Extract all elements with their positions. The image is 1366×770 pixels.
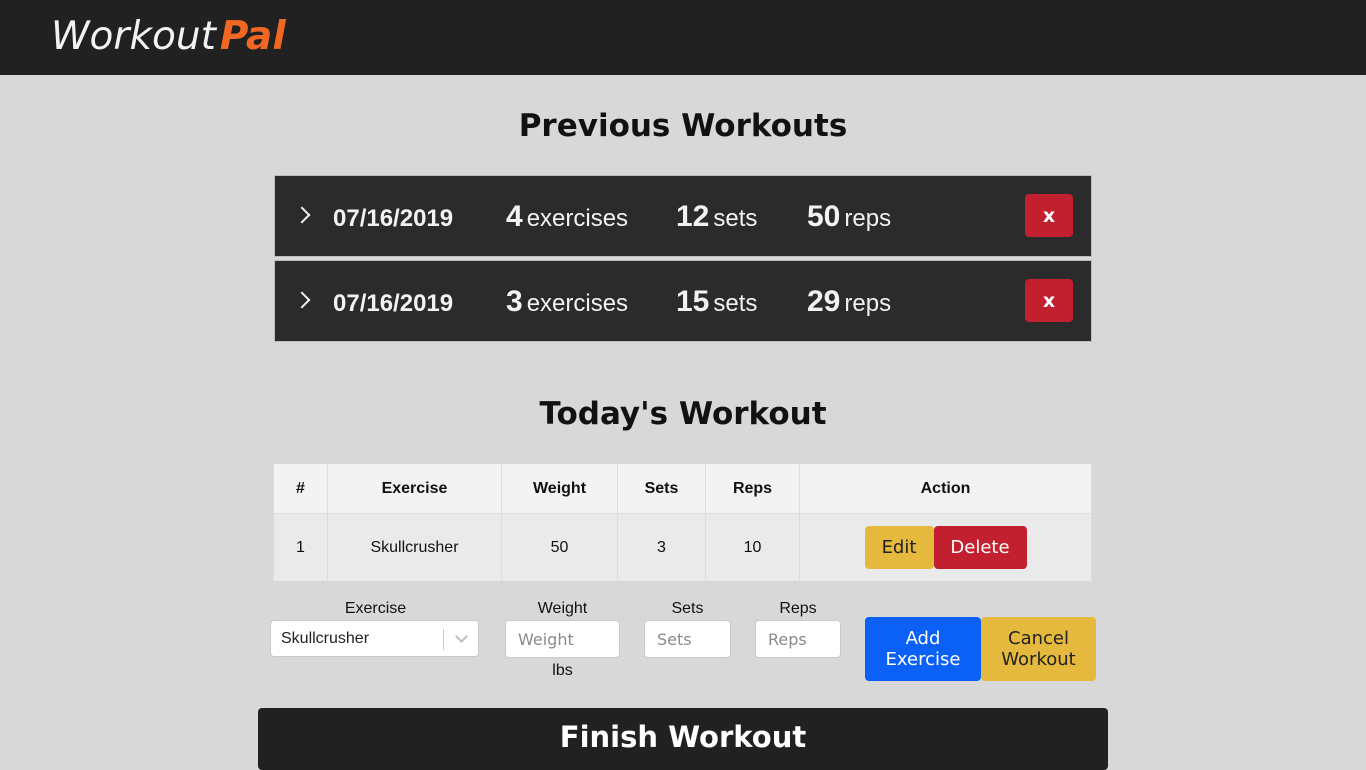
finish-workout-button[interactable]: Finish Workout: [258, 708, 1108, 770]
table-row: 1 Skullcrusher 50 3 10 Edit Delete: [273, 513, 1092, 581]
column-header-action: Action: [799, 463, 1092, 514]
previous-workout-row[interactable]: 07/16/2019 4 exercises 12 sets 50 reps x: [274, 175, 1092, 257]
weight-unit-label: lbs: [552, 662, 573, 679]
workout-set-count: 15 sets: [676, 285, 758, 318]
weight-label: Weight: [537, 600, 588, 617]
column-header-sets: Sets: [617, 463, 706, 514]
previous-workouts-list: 07/16/2019 4 exercises 12 sets 50 reps x 07…: [274, 175, 1092, 345]
column-header-reps: Reps: [705, 463, 800, 514]
exercise-select-value: Skullcrusher: [281, 630, 370, 647]
cell-sets: 3: [617, 513, 706, 581]
chevron-down-icon[interactable]: [455, 630, 468, 643]
workout-exercise-count: 4 exercises: [506, 200, 629, 233]
exercise-select[interactable]: Skullcrusher: [270, 620, 479, 657]
sets-label: Sets: [671, 600, 704, 617]
select-separator: [443, 629, 444, 650]
chevron-right-icon[interactable]: [293, 206, 311, 224]
brand-logo[interactable]: Workout Pal: [51, 12, 286, 62]
workout-rep-count: 29 reps: [807, 285, 892, 318]
weight-input[interactable]: [505, 620, 620, 658]
cell-actions: Edit Delete: [799, 513, 1092, 581]
cancel-workout-button[interactable]: Cancel Workout: [981, 617, 1096, 681]
reps-input[interactable]: [755, 620, 841, 658]
exercise-label: Exercise: [344, 600, 407, 617]
navbar: Workout Pal: [0, 0, 1366, 75]
delete-workout-button[interactable]: x: [1025, 279, 1073, 322]
table-header-row: # Exercise Weight Sets Reps Action: [273, 463, 1092, 514]
workout-date: 07/16/2019: [333, 205, 454, 232]
workout-set-count: 12 sets: [676, 200, 758, 233]
todays-workout-title: Today's Workout: [539, 396, 827, 432]
sets-input[interactable]: [644, 620, 731, 658]
chevron-right-icon[interactable]: [293, 291, 311, 309]
brand-text-workout: Workout: [51, 14, 216, 59]
todays-workout-table: # Exercise Weight Sets Reps Action 1 Sku…: [273, 463, 1092, 581]
workout-rep-count: 50 reps: [807, 200, 892, 233]
cell-exercise: Skullcrusher: [327, 513, 502, 581]
previous-workouts-title: Previous Workouts: [518, 108, 848, 144]
previous-workout-row[interactable]: 07/16/2019 3 exercises 15 sets 29 reps x: [274, 260, 1092, 342]
delete-exercise-button[interactable]: Delete: [933, 526, 1027, 569]
delete-workout-button[interactable]: x: [1025, 194, 1073, 237]
column-header-exercise: Exercise: [327, 463, 502, 514]
cell-weight: 50: [501, 513, 618, 581]
column-header-number: #: [273, 463, 328, 514]
reps-label: Reps: [779, 600, 817, 617]
cell-number: 1: [273, 513, 328, 581]
workout-date: 07/16/2019: [333, 290, 454, 317]
edit-exercise-button[interactable]: Edit: [864, 526, 934, 569]
cell-reps: 10: [705, 513, 800, 581]
brand-text-pal: Pal: [219, 14, 286, 59]
workout-exercise-count: 3 exercises: [506, 285, 629, 318]
add-exercise-button[interactable]: Add Exercise: [865, 617, 981, 681]
column-header-weight: Weight: [501, 463, 618, 514]
